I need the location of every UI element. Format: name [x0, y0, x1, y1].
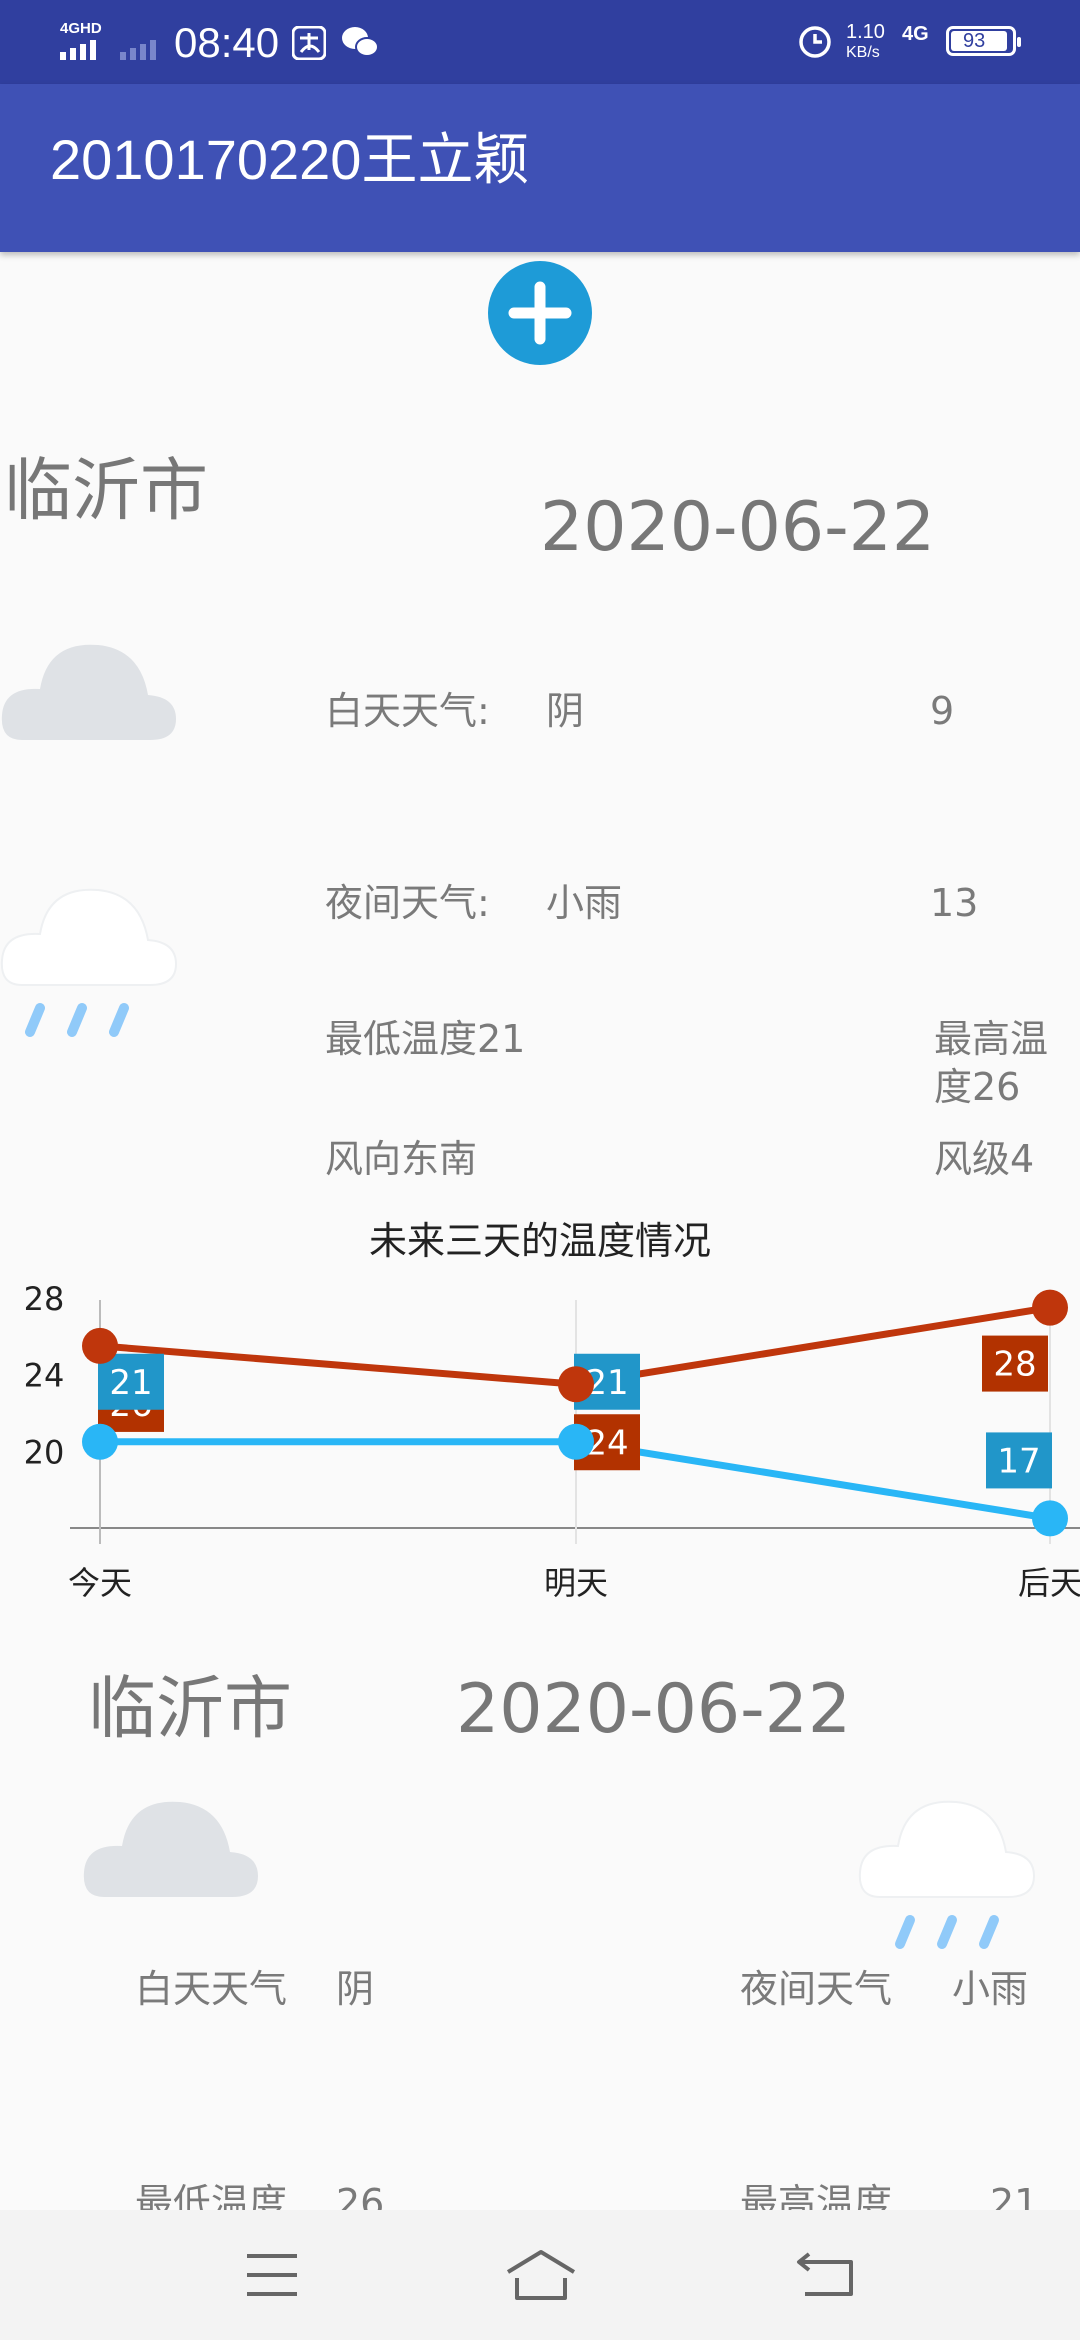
data-point: [82, 1423, 118, 1460]
y-tick-label: 20: [24, 1433, 65, 1471]
card-night-weather-value: 小雨: [952, 1967, 1029, 2011]
card-day-weather-value: 阴: [336, 1967, 375, 2011]
clock: 08:40: [174, 19, 280, 66]
network-type-right: 4G: [902, 23, 929, 45]
data-label: 17: [997, 1441, 1040, 1481]
battery-level: 93: [963, 30, 986, 52]
card-city-name: 临沂市: [88, 1670, 293, 1749]
data-point: [558, 1423, 594, 1460]
date: 2020-06-22: [540, 488, 936, 567]
network-speed-value: 1.10: [846, 21, 885, 43]
data-point: [1032, 1500, 1068, 1537]
x-tick-label: 明天: [544, 1564, 608, 1602]
card-cloudy-icon: [83, 1801, 258, 1897]
day-weather-label: 白天天气:: [325, 689, 490, 733]
data-label: 28: [993, 1345, 1036, 1385]
wind-level: 风级4: [934, 1137, 1035, 1181]
network-speed-unit: KB/s: [846, 44, 880, 61]
plus-icon: [508, 281, 572, 345]
card-night-weather-label: 夜间天气: [740, 1967, 893, 2011]
day-weather-value: 阴: [546, 689, 585, 733]
data-label: 21: [109, 1363, 152, 1403]
alipay-icon: [292, 26, 326, 60]
y-tick-label: 28: [24, 1280, 65, 1318]
back-icon[interactable]: [795, 2250, 857, 2300]
x-tick-label: 今天: [68, 1564, 132, 1602]
night-weather-label: 夜间天气:: [325, 881, 490, 925]
signal-icon: [60, 40, 156, 60]
network-type-left: 4GHD: [60, 20, 102, 37]
min-temperature: 最低温度21: [325, 1017, 526, 1061]
data-point: [558, 1366, 594, 1403]
cloudy-icon: [1, 644, 177, 740]
max-temperature-line2: 度26: [934, 1065, 1021, 1109]
x-tick-label: 后天: [1018, 1564, 1080, 1602]
card-light-rain-icon: [858, 1800, 1036, 1949]
max-temperature-line1: 最高温: [934, 1017, 1049, 1061]
status-bar: 4GHD 08:40 1.10 KB/s 4G 93: [0, 0, 1080, 84]
app-title: 2010170220王立颖: [50, 128, 530, 191]
light-rain-icon: [0, 888, 178, 1037]
navigation-bar: [0, 2210, 1080, 2340]
data-point: [1032, 1289, 1068, 1326]
chart-title: 未来三天的温度情况: [369, 1219, 711, 1263]
wind-direction: 风向东南: [325, 1137, 478, 1181]
menu-icon[interactable]: [245, 2252, 299, 2298]
night-weather-code: 13: [930, 881, 979, 925]
y-tick-label: 24: [24, 1357, 65, 1395]
add-button[interactable]: [488, 261, 592, 365]
card-date: 2020-06-22: [456, 1670, 852, 1749]
day-weather-code: 9: [930, 689, 955, 733]
data-point: [82, 1327, 118, 1364]
temperature-chart: 未来三天的温度情况 今天明天后天202428 262428212117: [24, 1219, 1080, 1602]
card-day-weather-label: 白天天气: [135, 1967, 288, 2011]
city-name: 临沂市: [4, 452, 209, 531]
wechat-icon: [342, 27, 379, 57]
battery-icon: 93: [946, 26, 1021, 56]
home-icon[interactable]: [505, 2248, 577, 2302]
alarm-icon: [799, 26, 831, 58]
night-weather-value: 小雨: [546, 881, 623, 925]
